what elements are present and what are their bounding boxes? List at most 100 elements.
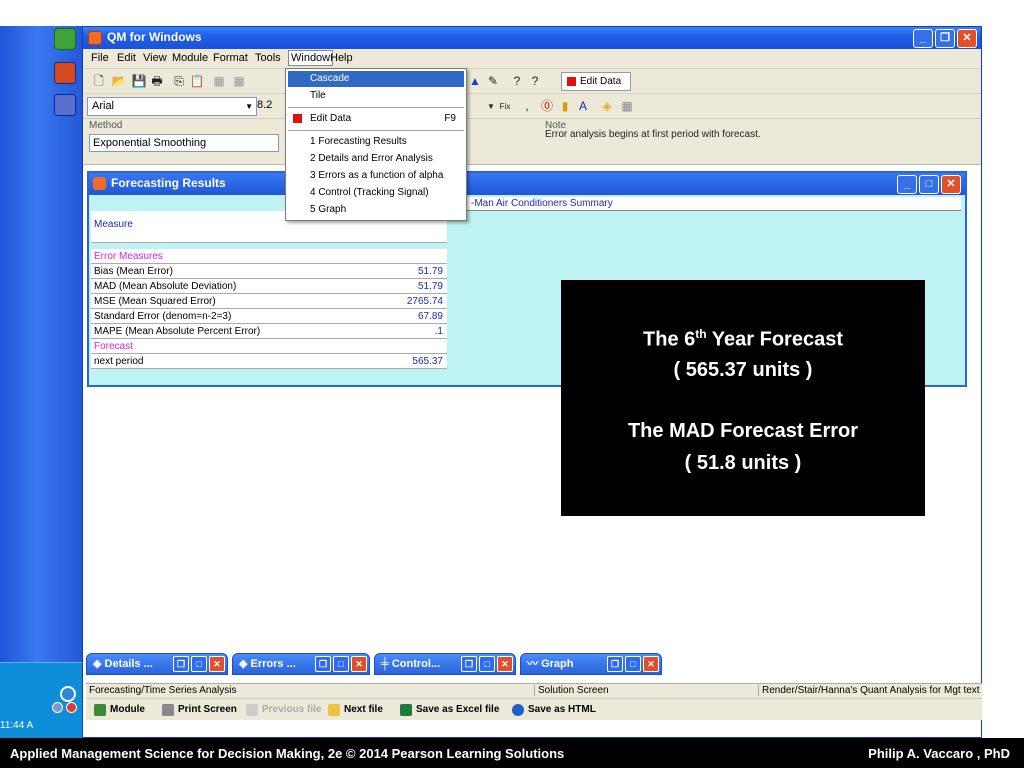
menu-tools[interactable]: Tools — [255, 52, 281, 64]
table-row-label: Error Measures — [91, 249, 359, 264]
diamond-icon: ◈ — [93, 658, 105, 670]
qm-app-icon — [88, 31, 102, 45]
chart-icon[interactable]: ▮ — [557, 99, 573, 114]
restore-button[interactable]: ❐ — [173, 656, 189, 672]
start-icon[interactable] — [54, 28, 76, 50]
minimized-errors-window[interactable]: ◈ Errors ... ❐ □ ✕ — [232, 653, 370, 675]
menu-window[interactable]: Window — [288, 50, 334, 66]
open-folder-icon[interactable]: 📂 — [111, 74, 127, 89]
minimized-control-window[interactable]: ╪ Control... ❐ □ ✕ — [374, 653, 516, 675]
copy-icon[interactable]: ⎘ — [171, 74, 187, 89]
results-close-button[interactable]: ✕ — [941, 175, 961, 194]
zero-icon[interactable]: ⓪ — [539, 99, 555, 114]
maximize-button[interactable]: □ — [625, 656, 641, 672]
menu-item-edit-data-shortcut: F9 — [444, 113, 456, 124]
method-panel: Method Exponential Smoothing Note Error … — [83, 119, 981, 165]
menu-edit[interactable]: Edit — [117, 52, 136, 64]
menu-module[interactable]: Module — [172, 52, 208, 64]
taskbar-app-icon[interactable] — [54, 62, 76, 84]
font-select[interactable]: Arial ▼ — [87, 97, 257, 116]
print-icon[interactable]: 🖶 — [149, 74, 165, 89]
module-icon — [94, 704, 106, 716]
menu-item-forecasting-results[interactable]: 1 Forecasting Results — [288, 134, 464, 150]
slide-footer: Applied Management Science for Decision … — [0, 738, 1024, 768]
fix-dec-icon[interactable]: Fix — [497, 99, 513, 114]
table-row-value: 51.79 — [359, 279, 447, 294]
next-file-icon — [328, 704, 340, 716]
table-row-label: Bias (Mean Error) — [91, 264, 359, 279]
close-button[interactable]: ✕ — [497, 656, 513, 672]
menu-item-edit-data[interactable]: Edit Data F9 — [288, 111, 464, 127]
status-screen: Solution Screen — [534, 685, 609, 696]
new-file-icon[interactable]: 🗋 — [91, 74, 107, 89]
menu-view[interactable]: View — [143, 52, 167, 64]
menu-item-control-tracking[interactable]: 4 Control (Tracking Signal) — [288, 185, 464, 201]
save-html-button[interactable]: Save as HTML — [510, 702, 596, 718]
print-screen-button[interactable]: Print Screen — [160, 702, 237, 718]
minimized-windows: ◈ Details ... ❐ □ ✕ ◈ Errors ... ❐ □ ✕ ╪ Con… — [86, 653, 662, 675]
save-excel-button[interactable]: Save as Excel file — [398, 702, 499, 718]
fill-color-icon[interactable]: ◈ — [599, 99, 615, 114]
maximize-button[interactable]: □ — [191, 656, 207, 672]
title-bar[interactable]: QM for Windows _ ❐ ✕ — [83, 27, 981, 49]
diamond-icon: ◈ — [239, 658, 251, 670]
font-size-select[interactable]: 8.2 — [253, 97, 281, 116]
restore-button[interactable]: ❐ — [607, 656, 623, 672]
maximize-button[interactable]: □ — [333, 656, 349, 672]
excel-icon — [400, 704, 412, 716]
tray-network-icon[interactable] — [52, 702, 63, 713]
status-module: Forecasting/Time Series Analysis — [89, 685, 237, 696]
comma-icon[interactable]: , — [519, 99, 535, 114]
minimized-graph-window[interactable]: 〰 Graph ❐ □ ✕ — [520, 653, 662, 675]
pencil-icon[interactable]: ✎ — [485, 74, 501, 89]
results-title-bar[interactable]: Forecasting Results _ □ ✕ — [89, 173, 965, 195]
module-button[interactable]: Module — [92, 702, 145, 718]
taskbar-qm-icon[interactable] — [54, 94, 76, 116]
restore-button[interactable]: ❐ — [461, 656, 477, 672]
close-button[interactable]: ✕ — [643, 656, 659, 672]
previous-file-icon — [246, 704, 258, 716]
menu-item-edit-data-label: Edit Data — [310, 113, 352, 124]
help-icon[interactable]: ? — [527, 74, 543, 89]
menu-item-graph[interactable]: 5 Graph — [288, 202, 464, 218]
menu-item-cascade[interactable]: Cascade — [288, 71, 464, 87]
maximize-button[interactable]: □ — [479, 656, 495, 672]
menu-item-errors-alpha[interactable]: 3 Errors as a function of alpha — [288, 168, 464, 184]
tray-volume-icon[interactable] — [66, 702, 77, 713]
callout-box: The 6th Year Forecast ( 565.37 units ) T… — [561, 280, 925, 516]
tray-back-icon[interactable] — [60, 686, 76, 702]
restore-button[interactable]: ❐ — [315, 656, 331, 672]
close-button[interactable]: ✕ — [351, 656, 367, 672]
menu-help[interactable]: Help — [330, 52, 353, 64]
previous-file-button[interactable]: Previous file — [244, 702, 321, 718]
minimize-button[interactable]: _ — [913, 29, 933, 48]
action-bar: Module Print Screen Previous file Next f… — [86, 698, 982, 720]
font-color-icon[interactable]: A — [575, 99, 591, 114]
font-value: Arial — [92, 100, 115, 112]
results-minimize-button[interactable]: _ — [897, 175, 917, 194]
qm-app-icon — [93, 177, 106, 190]
triangle-icon[interactable]: ▲ — [467, 74, 483, 89]
menu-item-details-error-analysis[interactable]: 2 Details and Error Analysis — [288, 151, 464, 167]
grid-icon[interactable]: ▦ — [211, 74, 227, 89]
menu-separator — [288, 107, 464, 108]
menu-format[interactable]: Format — [213, 52, 248, 64]
footer-left: Applied Management Science for Decision … — [10, 746, 565, 761]
restore-button[interactable]: ❐ — [935, 29, 955, 48]
results-maximize-button[interactable]: □ — [919, 175, 939, 194]
paste-icon[interactable]: 📋 — [189, 74, 205, 89]
close-button[interactable]: ✕ — [957, 29, 977, 48]
method-select[interactable]: Exponential Smoothing — [89, 134, 279, 152]
minimized-details-window[interactable]: ◈ Details ... ❐ □ ✕ — [86, 653, 228, 675]
grid2-icon[interactable]: ▦ — [231, 74, 247, 89]
help-pointer-icon[interactable]: ? — [509, 74, 525, 89]
menu-item-tile[interactable]: Tile — [288, 88, 464, 104]
edit-data-button[interactable]: Edit Data — [561, 72, 631, 91]
menu-file[interactable]: File — [91, 52, 109, 64]
save-icon[interactable]: 💾 — [131, 74, 147, 89]
format-toolbar: Arial ▼ 8.2 ▼ Fix , ⓪ ▮ A ◈ ▦ — [83, 94, 981, 119]
borders-icon[interactable]: ▦ — [619, 99, 635, 114]
next-file-button[interactable]: Next file — [326, 702, 383, 718]
close-button[interactable]: ✕ — [209, 656, 225, 672]
menu-separator — [288, 130, 464, 131]
